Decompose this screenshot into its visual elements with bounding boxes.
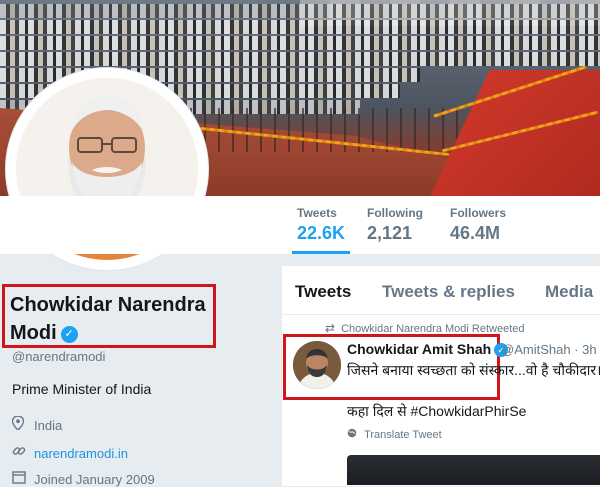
retweet-icon: ⇄ xyxy=(325,321,336,335)
banner-crowd xyxy=(0,4,600,18)
profile-name: Chowkidar Narendra Modi ✓ xyxy=(10,291,215,347)
banner-crowd xyxy=(0,36,600,50)
following-stat-value: 2,121 xyxy=(367,223,413,243)
followers-stat[interactable]: Followers 46.4M xyxy=(450,206,506,244)
tweet-text-line2: कहा दिल से #ChowkidarPhirSe xyxy=(347,403,527,419)
profile-name-line2: Modi xyxy=(10,322,57,344)
tweet-author-name[interactable]: Chowkidar Amit Shah ✓ xyxy=(347,341,509,357)
tweet-text-line1: जिसने बनाया स्वच्छता को संस्कार...वो है … xyxy=(347,362,600,378)
tweet-author-avatar[interactable] xyxy=(293,341,341,389)
tab-tweets-and-replies[interactable]: Tweets & replies xyxy=(382,282,515,302)
tweet-author-handle[interactable]: @AmitShah · 3h xyxy=(501,342,597,357)
tabs-divider xyxy=(282,314,600,315)
retweet-context: ⇄ Chowkidar Narendra Modi Retweeted xyxy=(325,321,525,335)
translate-tweet-label[interactable]: Translate Tweet xyxy=(364,429,442,441)
link-icon xyxy=(12,444,28,461)
profile-website-link[interactable]: narendramodi.in xyxy=(34,446,128,461)
profile-location-text: India xyxy=(34,418,63,433)
tweets-stat[interactable]: Tweets 22.6K xyxy=(297,206,345,244)
following-stat-label: Following xyxy=(367,206,423,220)
translate-tweet[interactable]: Translate Tweet xyxy=(347,428,442,441)
profile-handle[interactable]: @narendramodi xyxy=(12,349,105,364)
profile-joined: Joined January 2009 xyxy=(12,470,155,487)
tweets-stat-value: 22.6K xyxy=(297,223,346,243)
tab-media[interactable]: Media xyxy=(545,282,593,302)
following-stat[interactable]: Following 2,121 xyxy=(367,206,423,244)
tab-tweets[interactable]: Tweets xyxy=(295,282,351,302)
verified-badge-icon: ✓ xyxy=(60,326,78,343)
calendar-icon xyxy=(12,470,28,487)
tweet-media-preview[interactable] xyxy=(347,455,600,485)
profile-bio: Prime Minister of India xyxy=(12,381,152,397)
banner-crowd xyxy=(0,52,600,66)
tweets-stat-label: Tweets xyxy=(297,206,337,220)
tweet-author-name-text[interactable]: Chowkidar Amit Shah xyxy=(347,341,491,357)
profile-location: India xyxy=(11,415,63,433)
banner-crowd xyxy=(0,20,600,34)
profile-name-line1: Chowkidar Narendra xyxy=(10,294,206,316)
active-stat-underline xyxy=(292,251,350,254)
location-pin-icon xyxy=(11,415,28,433)
author-portrait-illustration xyxy=(293,341,341,389)
followers-stat-label: Followers xyxy=(450,206,507,220)
globe-icon xyxy=(347,428,360,441)
followers-stat-value: 46.4M xyxy=(450,223,501,243)
profile-website[interactable]: narendramodi.in xyxy=(12,444,128,461)
